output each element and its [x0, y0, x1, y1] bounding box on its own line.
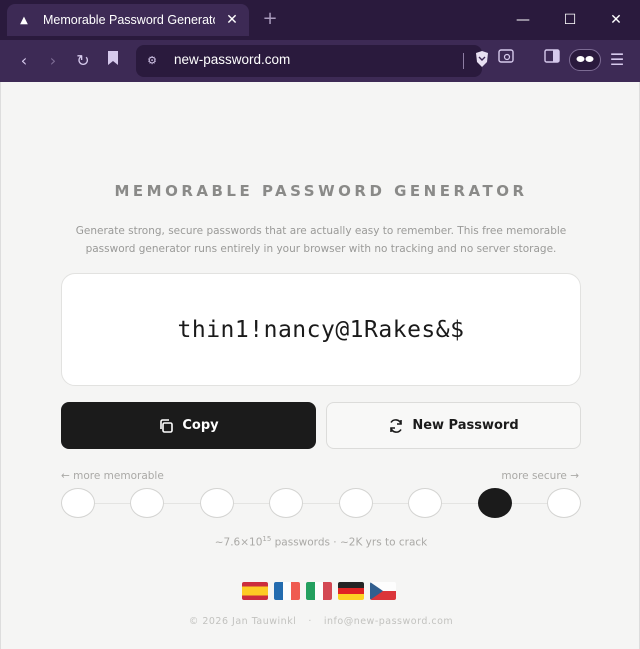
flag-de-icon[interactable]	[338, 582, 364, 600]
private-glasses-icon[interactable]	[569, 49, 601, 71]
footer-copyright: © 2026 Jan Tauwinkl	[188, 616, 297, 627]
back-icon[interactable]: ‹	[12, 49, 36, 73]
page-content: MEMORABLE PASSWORD GENERATOR Generate st…	[0, 82, 640, 649]
stats-prefix: ~7.6×10	[214, 536, 263, 549]
copy-icon	[160, 418, 174, 433]
sidebar-toggle-icon[interactable]	[541, 49, 563, 71]
page-subtitle: Generate strong, secure passwords that a…	[75, 225, 567, 255]
tab-title: Memorable Password Generator	[43, 13, 215, 27]
favicon-icon: ▲	[20, 14, 28, 26]
flag-cz-icon[interactable]	[370, 582, 396, 600]
close-window-icon[interactable]: ✕	[601, 8, 631, 32]
slider-left-label: ← more memorable	[61, 470, 164, 482]
browser-titlebar: ▲ Memorable Password Generator ✕ + — ☐ ✕	[0, 0, 640, 40]
page-title: MEMORABLE PASSWORD GENERATOR	[114, 182, 528, 200]
reload-icon[interactable]: ↻	[71, 49, 95, 73]
slider-step[interactable]	[269, 488, 304, 518]
copy-label: Copy	[182, 418, 219, 433]
url-text: new-password.com	[174, 52, 291, 67]
flag-it-icon[interactable]	[306, 582, 332, 600]
stats-exponent: 15	[262, 535, 272, 543]
slider-step[interactable]	[338, 488, 373, 518]
footer-separator: ·	[308, 616, 312, 627]
site-settings-icon[interactable]: ⚙	[144, 53, 160, 69]
slider-step[interactable]	[130, 488, 165, 518]
slider-step[interactable]	[477, 488, 512, 518]
flag-fr-icon[interactable]	[274, 582, 300, 600]
stats-suffix: passwords · ~2K yrs to crack	[271, 536, 428, 549]
browser-tab[interactable]: ▲ Memorable Password Generator ✕	[7, 4, 249, 36]
maximize-icon[interactable]: ☐	[555, 8, 585, 32]
language-selector	[242, 582, 396, 600]
flag-es-icon[interactable]	[242, 582, 268, 600]
slider-right-label: more secure →	[501, 470, 579, 482]
omnibox-divider	[463, 53, 464, 69]
slider-step[interactable]	[199, 488, 234, 518]
copy-button[interactable]: Copy	[61, 402, 316, 449]
slider-step[interactable]	[61, 488, 95, 518]
address-bar[interactable]: ⚙ new-password.com	[136, 45, 482, 77]
slider-step[interactable]	[408, 488, 443, 518]
new-password-button[interactable]: New Password	[326, 402, 581, 449]
brave-shields-icon[interactable]	[474, 50, 490, 68]
refresh-icon	[390, 418, 403, 433]
tab-close-icon[interactable]: ✕	[223, 11, 241, 29]
menu-icon[interactable]: ☰	[606, 49, 628, 71]
footer-email-link[interactable]: info@new-password.com	[324, 616, 453, 627]
minimize-icon[interactable]: —	[508, 8, 538, 32]
bookmark-icon[interactable]	[101, 49, 125, 73]
slider-step[interactable]	[547, 488, 581, 518]
footer: © 2026 Jan Tauwinkl · info@new-password.co…	[1, 616, 640, 627]
reader-search-icon[interactable]	[495, 49, 517, 71]
password-text: thin1!nancy@1Rakes&$	[177, 316, 465, 343]
password-display[interactable]: thin1!nancy@1Rakes&$	[61, 273, 581, 386]
new-password-label: New Password	[412, 418, 519, 433]
password-stats: ~7.6×1015 passwords · ~2K yrs to crack	[1, 535, 640, 549]
new-tab-icon[interactable]: +	[260, 8, 280, 32]
forward-icon[interactable]: ›	[41, 49, 65, 73]
